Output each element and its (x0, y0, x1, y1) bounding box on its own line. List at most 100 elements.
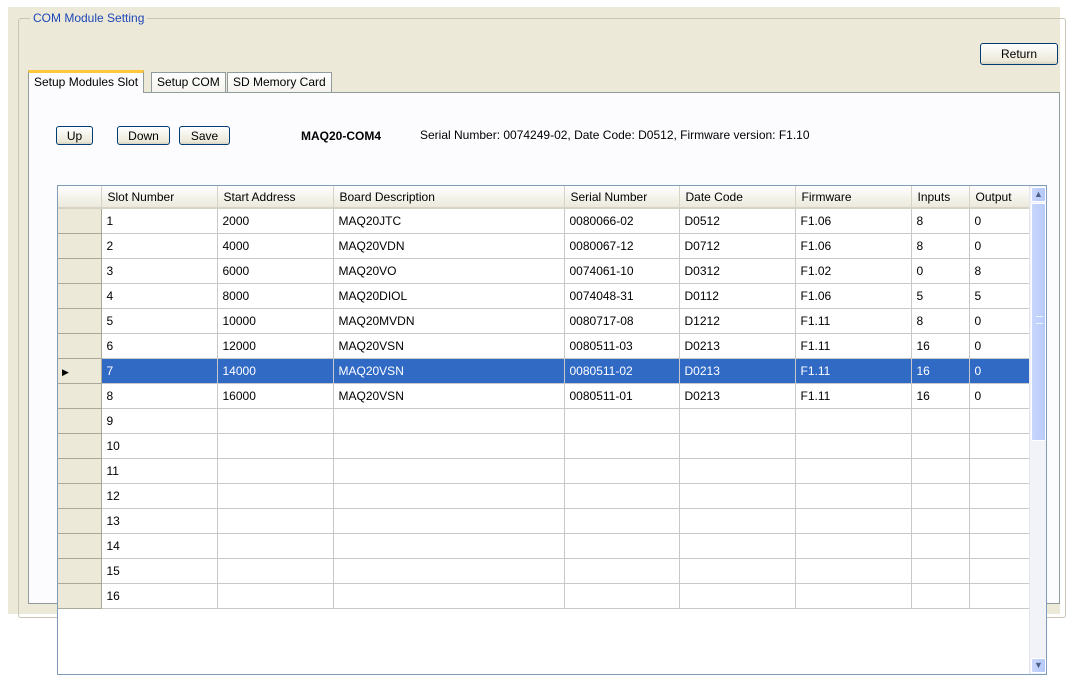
cell-date-code[interactable]: D0712 (679, 233, 796, 259)
cell-serial-number[interactable] (564, 583, 680, 609)
cell-output[interactable]: 0 (969, 308, 1030, 334)
cell-board-description[interactable]: MAQ20VSN (333, 333, 565, 359)
column-header-date-code[interactable]: Date Code (679, 186, 796, 209)
cell-slot-number[interactable]: 11 (101, 458, 218, 484)
cell-board-description[interactable] (333, 483, 565, 509)
cell-date-code[interactable] (679, 433, 796, 459)
table-row[interactable]: 6 12000 MAQ20VSN 0080511-03 D0213 F1.11 16 0 (58, 333, 1030, 359)
cell-serial-number[interactable]: 0080511-02 (564, 358, 680, 384)
cell-start-address[interactable]: 6000 (217, 258, 334, 284)
cell-slot-number[interactable]: 3 (101, 258, 218, 284)
cell-serial-number[interactable]: 0080511-03 (564, 333, 680, 359)
cell-slot-number[interactable]: 5 (101, 308, 218, 334)
row-header[interactable] (58, 258, 102, 284)
table-row[interactable]: ▶ 7 14000 MAQ20VSN 0080511-02 D0213 F1.11 16 0 (58, 358, 1030, 384)
row-header[interactable] (58, 583, 102, 609)
cell-inputs[interactable] (911, 558, 970, 584)
cell-start-address[interactable] (217, 508, 334, 534)
cell-start-address[interactable] (217, 558, 334, 584)
table-row[interactable]: 2 4000 MAQ20VDN 0080067-12 D0712 F1.06 8 0 (58, 233, 1030, 259)
cell-output[interactable] (969, 558, 1030, 584)
cell-firmware[interactable] (795, 583, 912, 609)
cell-firmware[interactable]: F1.06 (795, 208, 912, 234)
cell-slot-number[interactable]: 10 (101, 433, 218, 459)
cell-start-address[interactable]: 12000 (217, 333, 334, 359)
cell-slot-number[interactable]: 9 (101, 408, 218, 434)
cell-start-address[interactable] (217, 583, 334, 609)
cell-inputs[interactable]: 8 (911, 208, 970, 234)
cell-start-address[interactable]: 4000 (217, 233, 334, 259)
table-row[interactable]: 5 10000 MAQ20MVDN 0080717-08 D1212 F1.11 8 0 (58, 308, 1030, 334)
cell-date-code[interactable]: D0213 (679, 383, 796, 409)
modules-grid[interactable]: Slot Number Start Address Board Descript… (57, 185, 1047, 675)
cell-slot-number[interactable]: 15 (101, 558, 218, 584)
cell-board-description[interactable]: MAQ20MVDN (333, 308, 565, 334)
cell-firmware[interactable] (795, 483, 912, 509)
cell-inputs[interactable] (911, 433, 970, 459)
cell-date-code[interactable]: D0512 (679, 208, 796, 234)
cell-board-description[interactable] (333, 558, 565, 584)
cell-output[interactable] (969, 433, 1030, 459)
cell-serial-number[interactable]: 0080066-02 (564, 208, 680, 234)
cell-inputs[interactable]: 5 (911, 283, 970, 309)
cell-firmware[interactable]: F1.11 (795, 308, 912, 334)
cell-start-address[interactable] (217, 483, 334, 509)
row-header[interactable] (58, 233, 102, 259)
row-header[interactable]: ▶ (58, 358, 102, 384)
cell-slot-number[interactable]: 14 (101, 533, 218, 559)
cell-board-description[interactable] (333, 408, 565, 434)
cell-firmware[interactable] (795, 533, 912, 559)
move-down-button[interactable]: Down (117, 126, 170, 145)
cell-start-address[interactable] (217, 533, 334, 559)
cell-inputs[interactable]: 8 (911, 233, 970, 259)
cell-inputs[interactable] (911, 508, 970, 534)
cell-slot-number[interactable]: 6 (101, 333, 218, 359)
cell-slot-number[interactable]: 8 (101, 383, 218, 409)
cell-date-code[interactable]: D0213 (679, 333, 796, 359)
cell-inputs[interactable] (911, 458, 970, 484)
cell-slot-number[interactable]: 16 (101, 583, 218, 609)
column-header-serial-number[interactable]: Serial Number (564, 186, 680, 209)
cell-output[interactable]: 0 (969, 383, 1030, 409)
cell-date-code[interactable]: D0112 (679, 283, 796, 309)
table-row[interactable]: 9 (58, 408, 1030, 434)
cell-slot-number[interactable]: 7 (101, 358, 218, 384)
cell-start-address[interactable] (217, 408, 334, 434)
cell-serial-number[interactable] (564, 458, 680, 484)
column-header-board-description[interactable]: Board Description (333, 186, 565, 209)
cell-serial-number[interactable]: 0074048-31 (564, 283, 680, 309)
cell-inputs[interactable]: 16 (911, 333, 970, 359)
cell-inputs[interactable]: 16 (911, 358, 970, 384)
cell-firmware[interactable]: F1.06 (795, 233, 912, 259)
table-row[interactable]: 8 16000 MAQ20VSN 0080511-01 D0213 F1.11 16 0 (58, 383, 1030, 409)
cell-output[interactable]: 0 (969, 233, 1030, 259)
cell-serial-number[interactable]: 0074061-10 (564, 258, 680, 284)
row-header[interactable] (58, 208, 102, 234)
cell-output[interactable] (969, 508, 1030, 534)
cell-inputs[interactable]: 8 (911, 308, 970, 334)
tab-setup-modules-slot[interactable]: Setup Modules Slot (28, 70, 145, 93)
cell-firmware[interactable]: F1.06 (795, 283, 912, 309)
tab-setup-com[interactable]: Setup COM (151, 72, 226, 92)
table-row[interactable]: 12 (58, 483, 1030, 509)
cell-date-code[interactable] (679, 533, 796, 559)
table-row[interactable]: 11 (58, 458, 1030, 484)
cell-firmware[interactable]: F1.11 (795, 333, 912, 359)
cell-start-address[interactable]: 16000 (217, 383, 334, 409)
cell-start-address[interactable]: 2000 (217, 208, 334, 234)
cell-date-code[interactable] (679, 558, 796, 584)
cell-inputs[interactable] (911, 583, 970, 609)
cell-output[interactable] (969, 583, 1030, 609)
cell-board-description[interactable] (333, 583, 565, 609)
cell-inputs[interactable] (911, 533, 970, 559)
cell-start-address[interactable]: 14000 (217, 358, 334, 384)
cell-serial-number[interactable] (564, 558, 680, 584)
table-row[interactable]: 1 2000 MAQ20JTC 0080066-02 D0512 F1.06 8 0 (58, 208, 1030, 234)
cell-output[interactable] (969, 458, 1030, 484)
cell-output[interactable]: 0 (969, 208, 1030, 234)
cell-serial-number[interactable]: 0080067-12 (564, 233, 680, 259)
cell-slot-number[interactable]: 2 (101, 233, 218, 259)
cell-slot-number[interactable]: 4 (101, 283, 218, 309)
cell-inputs[interactable]: 16 (911, 383, 970, 409)
cell-firmware[interactable] (795, 433, 912, 459)
